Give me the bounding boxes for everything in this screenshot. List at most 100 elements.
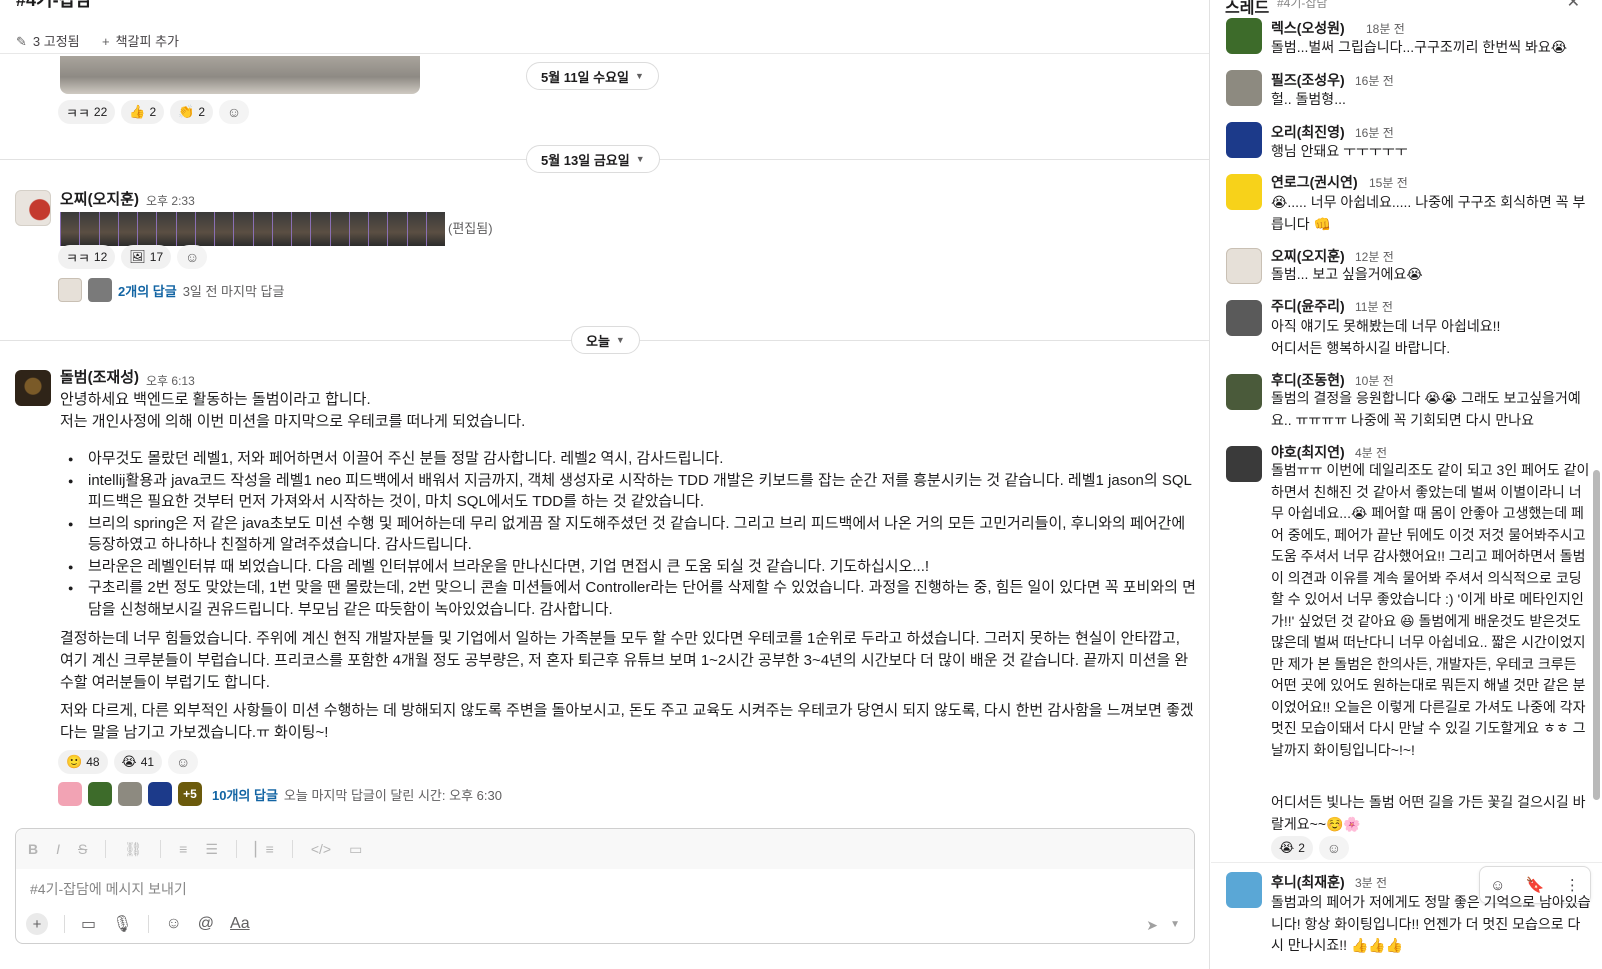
date-divider-today[interactable]: 오늘 ▼ xyxy=(571,326,640,354)
avatar[interactable] xyxy=(1226,374,1262,410)
avatar[interactable] xyxy=(1226,174,1262,210)
reply-time[interactable]: 4분 전 xyxy=(1355,444,1387,461)
message-paragraph: 결정하는데 너무 힘들었습니다. 주위에 계신 현직 개발자분들 및 기업에서 … xyxy=(60,630,1189,691)
reaction[interactable]: 👍 2 xyxy=(121,100,165,124)
thread-reply-link[interactable]: 10개의 답글 xyxy=(212,785,278,804)
add-reaction-icon[interactable]: ☺ xyxy=(168,750,199,774)
thread-summary[interactable]: +5 10개의 답글 오늘 마지막 답글이 달린 시간: 오후 6:30 xyxy=(58,782,502,806)
pinned-button[interactable]: ✎ 3 고정됨 xyxy=(16,31,80,50)
reaction[interactable]: 👏 2 xyxy=(170,100,214,124)
reaction-count: 2 xyxy=(149,105,157,119)
scrollbar[interactable] xyxy=(1593,470,1600,800)
reply-author[interactable]: 오찌(오지훈) xyxy=(1271,246,1345,266)
add-reaction-icon[interactable]: ☺ xyxy=(219,100,250,124)
avatar[interactable] xyxy=(15,190,51,226)
reaction-count: 2 xyxy=(198,105,206,119)
format-text-icon[interactable]: Aa xyxy=(230,915,250,933)
blockquote-icon[interactable]: ▏≡ xyxy=(255,841,274,858)
reaction[interactable]: 🙂 48 xyxy=(58,750,108,774)
avatar[interactable] xyxy=(1226,18,1262,54)
reply-time[interactable]: 15분 전 xyxy=(1369,174,1408,191)
reply-text: 😭..... 너무 아쉽네요..... 나중에 구구조 회식하면 꼭 부릅니다 … xyxy=(1271,194,1586,232)
date-divider-may13[interactable]: 5월 13일 금요일 ▼ xyxy=(526,145,660,173)
reply-author[interactable]: 후디(조동현) xyxy=(1271,370,1345,390)
message-author[interactable]: 오찌(오지훈) xyxy=(60,188,139,209)
reply-author[interactable]: 오리(최진영) xyxy=(1271,122,1345,142)
reaction[interactable]: 🖼 17 xyxy=(121,245,172,269)
add-bookmark-button[interactable]: + 책갈피 추가 xyxy=(102,31,179,50)
ordered-list-icon[interactable]: ≡ xyxy=(179,841,187,857)
gif-image[interactable] xyxy=(60,212,445,246)
reply-author[interactable]: 주디(윤주리) xyxy=(1271,296,1345,316)
close-icon[interactable]: ✕ xyxy=(1567,0,1580,12)
avatar[interactable] xyxy=(1226,248,1262,284)
divider xyxy=(148,915,150,933)
image-attachment[interactable] xyxy=(60,56,420,94)
reply-time[interactable]: 12분 전 xyxy=(1355,248,1394,265)
mention-icon[interactable]: @ xyxy=(198,915,214,933)
link-icon[interactable]: ⛓ xyxy=(124,841,142,858)
emoji-icon[interactable]: ☺ xyxy=(165,915,181,933)
avatar[interactable] xyxy=(1226,446,1262,482)
thread-reply-link[interactable]: 2개의 답글 xyxy=(118,281,177,300)
thread-channel[interactable]: #4기-잡담 xyxy=(1277,0,1327,11)
message-line: 안녕하세요 백엔드로 활동하는 돌범이라고 합니다. xyxy=(60,391,371,408)
italic-icon[interactable]: I xyxy=(56,841,60,857)
reply-author[interactable]: 필즈(조성우) xyxy=(1271,70,1345,90)
date-divider-may11[interactable]: 5월 11일 수요일 ▼ xyxy=(526,62,659,90)
chevron-down-icon[interactable]: ▼ xyxy=(1170,919,1180,930)
message-input[interactable]: #4기-잡담에 메시지 보내기 xyxy=(30,879,187,899)
bold-icon[interactable]: B xyxy=(28,841,38,857)
avatar[interactable] xyxy=(1226,122,1262,158)
avatar[interactable] xyxy=(15,370,51,406)
reply-author[interactable]: 야호(최지연) xyxy=(1271,442,1345,462)
bulleted-list-icon[interactable]: ☰ xyxy=(205,841,218,858)
code-icon[interactable]: </> xyxy=(311,841,331,857)
reaction[interactable]: 😭 41 xyxy=(113,750,163,774)
message-author[interactable]: 돌범(조재성) xyxy=(60,366,139,387)
member-count[interactable]: 181 xyxy=(1160,0,1180,2)
send-icon[interactable]: ➤ xyxy=(1146,917,1158,934)
reply-time[interactable]: 18분 전 xyxy=(1366,20,1405,37)
reply-text: 아직 얘기도 못해봤는데 너무 아쉽네요!! 어디서든 행복하시길 바랍니다. xyxy=(1271,318,1501,356)
code-block-icon[interactable]: ▭ xyxy=(349,841,362,858)
message-time[interactable]: 오후 2:33 xyxy=(146,192,195,209)
reaction[interactable]: 😭 2 xyxy=(1271,836,1313,860)
video-icon[interactable]: ▭ xyxy=(81,914,96,934)
thread-title: 스레드 xyxy=(1225,0,1270,17)
add-reaction-icon[interactable]: ☺ xyxy=(1490,877,1505,894)
add-reaction-icon[interactable]: ☺ xyxy=(1318,836,1349,860)
strikethrough-icon[interactable]: S xyxy=(78,841,87,857)
reaction-bar: 😭 2 ☺ xyxy=(1271,836,1349,860)
avatar[interactable] xyxy=(1226,300,1262,336)
reply-text: 헐.. 돌범형... xyxy=(1271,91,1346,107)
add-reaction-icon[interactable]: ☺ xyxy=(177,245,208,269)
list-item: 브라운은 레벨인터뷰 때 뵈었습니다. 다음 레벨 인터뷰에서 브라운을 만나신… xyxy=(68,556,1196,577)
reaction-emoji: ㅋㅋ xyxy=(66,105,90,121)
divider xyxy=(291,840,293,858)
avatar[interactable] xyxy=(1226,872,1262,908)
reaction[interactable]: ㅋㅋ 12 xyxy=(58,245,116,269)
channel-title[interactable]: #4기-잡담 xyxy=(16,0,92,12)
reply-author[interactable]: 후니(최재훈) xyxy=(1271,872,1345,892)
reaction-count: 2 xyxy=(1298,841,1305,855)
channel-header: #4기-잡담 181 xyxy=(0,0,1209,12)
reply-time[interactable]: 16분 전 xyxy=(1355,72,1394,89)
avatar[interactable] xyxy=(1226,70,1262,106)
plus-icon[interactable]: + xyxy=(26,913,48,935)
reply-author[interactable]: 렉스(오성원) xyxy=(1271,18,1345,38)
reaction[interactable]: ㅋㅋ 22 xyxy=(58,100,116,124)
reply-time[interactable]: 10분 전 xyxy=(1355,372,1394,389)
channel-pane: #4기-잡담 181 ✎ 3 고정됨 + 책갈피 추가 5월 11일 수요일 ▼ ㅋㅋ… xyxy=(0,0,1210,969)
reaction-count: 22 xyxy=(93,105,108,119)
reply-time[interactable]: 11분 전 xyxy=(1355,298,1393,315)
microphone-icon[interactable]: 🎙 xyxy=(112,914,132,934)
reaction-bar: ㅋㅋ 22 👍 2 👏 2 ☺ xyxy=(58,100,250,124)
reply-author[interactable]: 연로그(권시연) xyxy=(1271,172,1358,192)
thread-summary[interactable]: 2개의 답글 3일 전 마지막 답글 xyxy=(58,278,284,302)
message-time[interactable]: 오후 6:13 xyxy=(146,372,195,389)
reply-time[interactable]: 3분 전 xyxy=(1355,874,1387,891)
date-label: 5월 11일 수요일 xyxy=(541,69,629,85)
reply-time[interactable]: 16분 전 xyxy=(1355,124,1394,141)
more-participants-badge: +5 xyxy=(178,782,202,806)
